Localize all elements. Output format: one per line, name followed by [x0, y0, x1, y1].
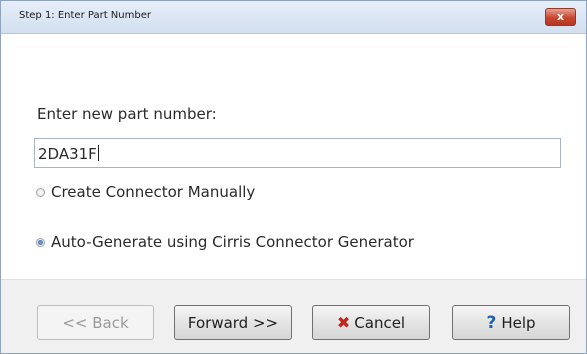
title-bar[interactable]: Step 1: Enter Part Number x	[1, 1, 586, 34]
back-button[interactable]: << Back	[37, 305, 154, 340]
radio-auto-generate[interactable]	[36, 237, 45, 247]
question-icon: ?	[486, 312, 497, 333]
cancel-button-label: Cancel	[354, 313, 406, 332]
radio-create-manually[interactable]	[36, 187, 45, 197]
close-icon: x	[556, 10, 565, 23]
help-button-label: Help	[501, 313, 536, 332]
dialog-window: Step 1: Enter Part Number x Enter new pa…	[0, 0, 587, 354]
part-number-label: Enter new part number:	[37, 105, 217, 123]
option-auto-generate-label: Auto-Generate using Cirris Connector Gen…	[51, 233, 414, 251]
forward-button[interactable]: Forward >>	[174, 305, 292, 340]
text-caret	[97, 145, 99, 161]
part-number-value: 2DA31F	[38, 145, 97, 163]
cancel-button[interactable]: ✖ Cancel	[312, 305, 430, 340]
part-number-input[interactable]: 2DA31F	[34, 138, 561, 168]
help-button[interactable]: ? Help	[452, 305, 570, 340]
close-button[interactable]: x	[545, 8, 576, 26]
forward-button-label: Forward >>	[187, 313, 279, 332]
x-icon: ✖	[336, 313, 351, 332]
option-auto-generate[interactable]: Auto-Generate using Cirris Connector Gen…	[36, 232, 414, 252]
window-title: Step 1: Enter Part Number	[19, 10, 151, 21]
option-create-manually-label: Create Connector Manually	[51, 183, 256, 201]
back-button-label: << Back	[62, 313, 129, 332]
option-create-manually[interactable]: Create Connector Manually	[36, 182, 255, 202]
